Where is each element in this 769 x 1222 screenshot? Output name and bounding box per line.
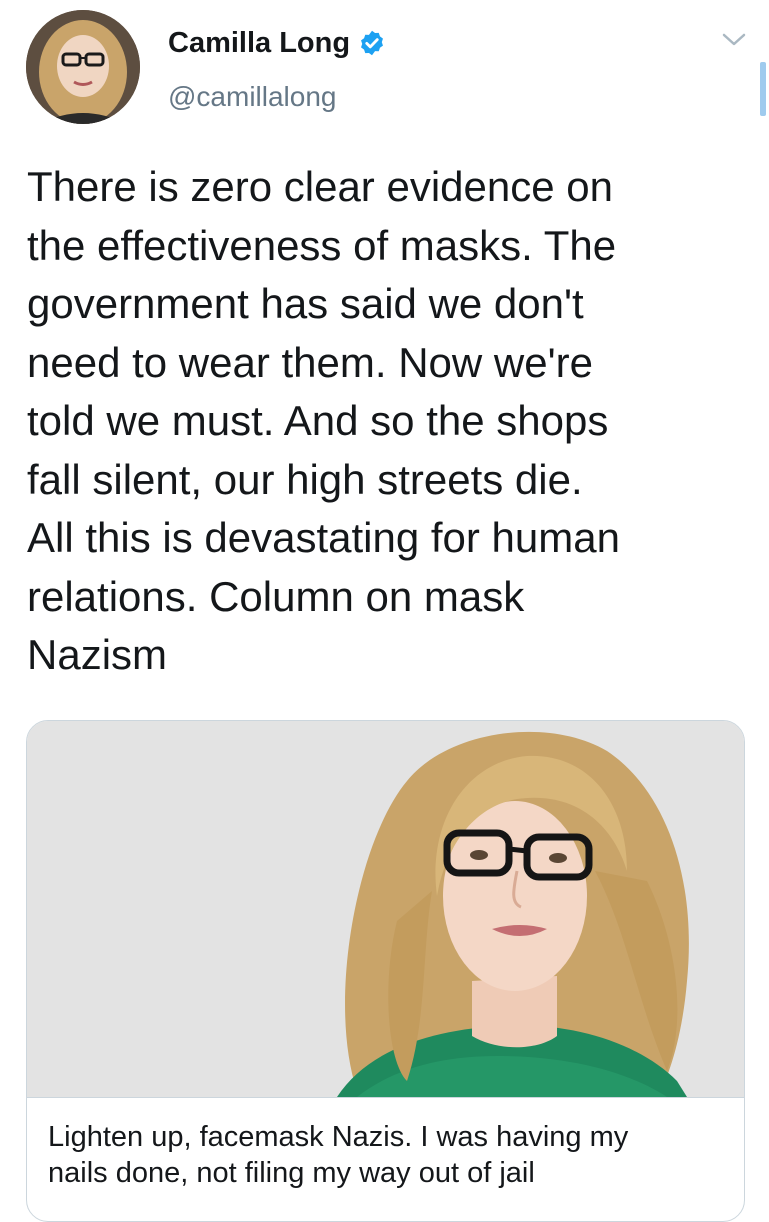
card-title[interactable]: Lighten up, facemask Nazis. I was having… [48,1119,728,1191]
author-avatar[interactable] [26,10,140,124]
author-name-row[interactable]: Camilla Long [168,26,386,60]
card-divider [27,1097,744,1098]
author-name[interactable]: Camilla Long [168,26,350,60]
avatar-photo-icon [26,10,140,124]
tweet-text: There is zero clear evidence on the effe… [27,163,620,678]
chevron-down-icon[interactable] [720,30,748,50]
tweet: Camilla Long @camillalong There is zero … [0,0,769,1222]
link-preview-card[interactable]: Lighten up, facemask Nazis. I was having… [26,720,745,1222]
portrait-photo-icon [27,721,744,1097]
verified-badge-icon [361,30,384,56]
scrollbar-thumb[interactable] [760,62,766,116]
card-image [27,721,744,1097]
author-handle[interactable]: @camillalong [168,80,337,114]
